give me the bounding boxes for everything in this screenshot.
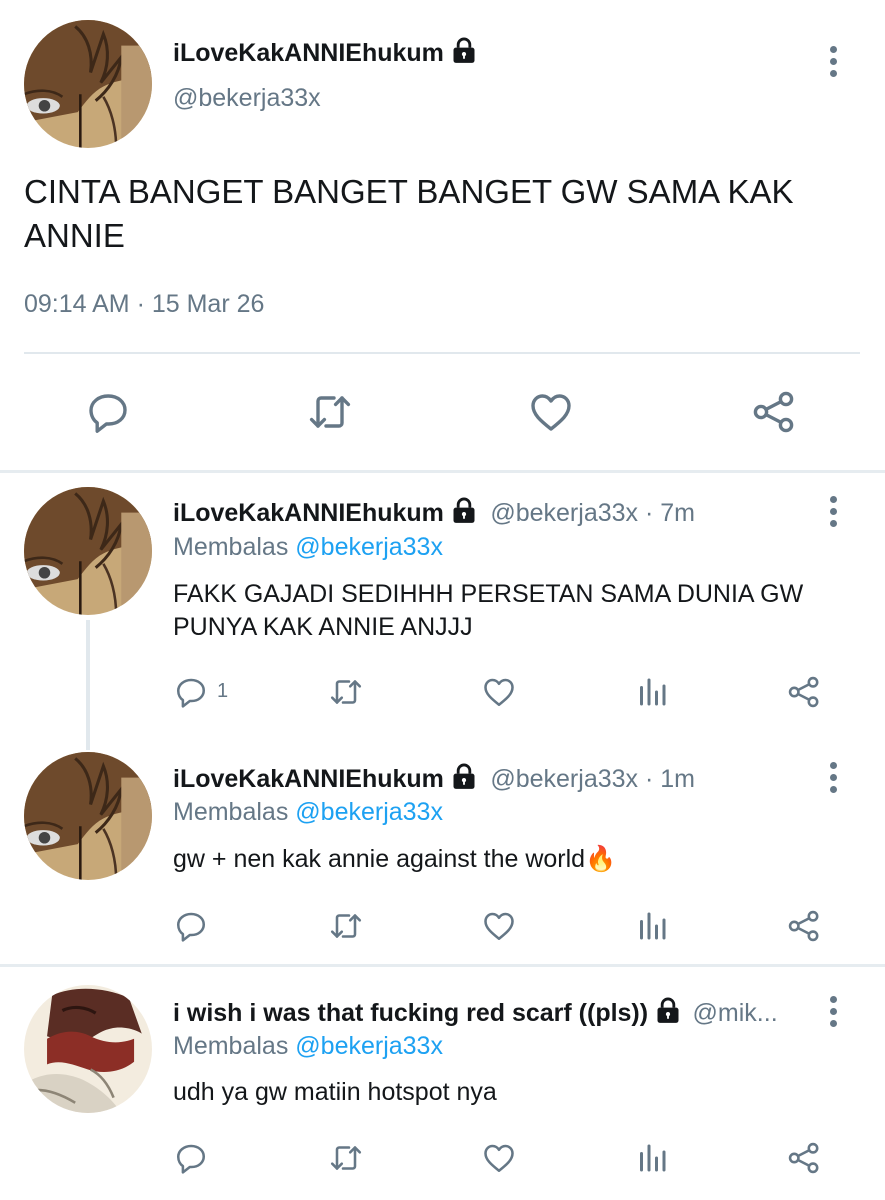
- share-icon[interactable]: [786, 1140, 822, 1176]
- reply-icon[interactable]: [173, 908, 209, 944]
- reply-2-mention-link[interactable]: @bekerja33x: [295, 798, 443, 826]
- replying-label: Membalas: [173, 533, 289, 561]
- reply-2-display-name: iLoveKakANNIEhukum: [173, 765, 444, 793]
- reply-1-display-name: iLoveKakANNIEhukum: [173, 499, 444, 527]
- share-icon[interactable]: [750, 388, 798, 436]
- reply-icon[interactable]: [173, 674, 209, 710]
- retweet-icon[interactable]: [328, 908, 364, 944]
- reply-2-text-content: gw + nen kak annie against the world: [173, 845, 586, 873]
- stats-icon[interactable]: [634, 1140, 670, 1176]
- share-icon[interactable]: [786, 674, 822, 710]
- reply-1-text: FAKK GAJADI SEDIHHH PERSETAN SAMA DUNIA …: [173, 578, 863, 644]
- retweet-icon[interactable]: [306, 388, 354, 436]
- reply-2-avatar[interactable]: [24, 752, 152, 880]
- retweet-icon[interactable]: [328, 674, 364, 710]
- reply-count: 1: [217, 680, 229, 702]
- like-icon[interactable]: [527, 388, 575, 436]
- reply-1-replying-to: Membalas @bekerja33x: [173, 533, 443, 562]
- main-display-name: iLoveKakANNIEhukum: [173, 39, 444, 67]
- main-tweet-text-line2: ANNIE: [24, 217, 125, 254]
- main-avatar[interactable]: [24, 20, 152, 148]
- reply-1-header[interactable]: iLoveKakANNIEhukum @bekerja33x · 7m: [173, 496, 695, 528]
- reply-3-mention-link[interactable]: @bekerja33x: [295, 1032, 443, 1060]
- lock-icon: [450, 762, 478, 790]
- main-display-name-row[interactable]: iLoveKakANNIEhukum: [173, 36, 478, 68]
- reply-1-text-line2: PUNYA KAK ANNIE ANJJJ: [173, 613, 473, 641]
- main-tweet-text: CINTA BANGET BANGET BANGET GW SAMA KAK A…: [24, 170, 864, 258]
- lock-icon: [450, 36, 478, 64]
- like-icon[interactable]: [481, 674, 517, 710]
- reply-1-handle-time: @bekerja33x · 7m: [490, 499, 695, 527]
- lock-icon: [450, 496, 478, 524]
- reply-2-text: gw + nen kak annie against the world🔥: [173, 843, 616, 876]
- share-icon[interactable]: [786, 908, 822, 944]
- more-options-icon[interactable]: [828, 46, 838, 82]
- main-timestamp[interactable]: 09:14 AM · 15 Mar 26: [24, 290, 264, 319]
- reply-2-replying-to: Membalas @bekerja33x: [173, 798, 443, 827]
- lock-icon: [654, 996, 682, 1024]
- retweet-icon[interactable]: [328, 1140, 364, 1176]
- replying-label: Membalas: [173, 798, 289, 826]
- fire-emoji-icon: 🔥: [585, 845, 617, 873]
- reply-icon[interactable]: [84, 388, 132, 436]
- reply-1-mention-link[interactable]: @bekerja33x: [295, 533, 443, 561]
- reply-3-replying-to: Membalas @bekerja33x: [173, 1032, 443, 1061]
- reply-3-text: udh ya gw matiin hotspot nya: [173, 1078, 497, 1106]
- reply-2-header[interactable]: iLoveKakANNIEhukum @bekerja33x · 1m: [173, 762, 695, 794]
- reply-2-handle-time: @bekerja33x · 1m: [490, 765, 695, 793]
- more-options-icon[interactable]: [828, 996, 838, 1032]
- reply-1-avatar[interactable]: [24, 487, 152, 615]
- like-icon[interactable]: [481, 1140, 517, 1176]
- stats-icon[interactable]: [634, 908, 670, 944]
- thread-line: [86, 620, 90, 750]
- more-options-icon[interactable]: [828, 762, 838, 798]
- section-divider: [0, 470, 885, 473]
- like-icon[interactable]: [481, 908, 517, 944]
- reply-3-header[interactable]: i wish i was that fucking red scarf ((pl…: [173, 996, 818, 1028]
- stats-icon[interactable]: [634, 674, 670, 710]
- reply-1-text-line1: FAKK GAJADI SEDIHHH PERSETAN SAMA DUNIA …: [173, 580, 804, 608]
- main-action-divider: [24, 352, 860, 354]
- reply-icon[interactable]: [173, 1140, 209, 1176]
- main-tweet-text-line1: CINTA BANGET BANGET BANGET GW SAMA KAK: [24, 173, 794, 210]
- reply-3-handle-time: @mik...: [692, 999, 778, 1027]
- main-handle[interactable]: @bekerja33x: [173, 84, 321, 113]
- section-divider: [0, 964, 885, 967]
- more-options-icon[interactable]: [828, 496, 838, 532]
- reply-3-display-name: i wish i was that fucking red scarf ((pl…: [173, 999, 649, 1027]
- reply-3-avatar[interactable]: [24, 985, 152, 1113]
- replying-label: Membalas: [173, 1032, 289, 1060]
